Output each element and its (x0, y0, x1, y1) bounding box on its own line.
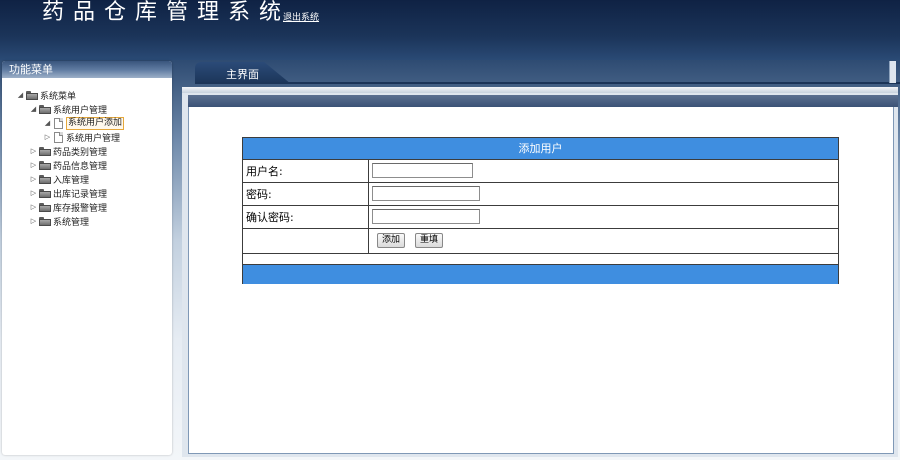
label-cell: 密码: (243, 183, 369, 205)
tree-label: 系统用户管理 (53, 106, 108, 116)
confirm-password-input[interactable] (372, 209, 480, 224)
expand-arrow-icon[interactable]: ▷ (29, 187, 38, 200)
form-title: 添加用户 (518, 142, 563, 155)
form-header: 添加用户 (243, 138, 838, 160)
add-user-form: 添加用户 用户名: 密码: 确认密码: 添加 重填 (242, 137, 839, 284)
folder-icon (26, 91, 38, 100)
password-label: 密码: (246, 188, 272, 201)
form-row-username: 用户名: (243, 160, 838, 183)
folder-icon (39, 217, 51, 226)
tree-node-stock-out[interactable]: ▷ 出库记录管理 (29, 187, 107, 200)
folder-icon (39, 175, 51, 184)
tree-node-root[interactable]: ◢ 系统菜单 (16, 89, 76, 102)
collapse-arrow-icon[interactable]: ◢ (29, 103, 38, 116)
app-title: 药品仓库管理系统 (42, 0, 291, 25)
tree-node-user-add[interactable]: ◢ 系统用户添加 (43, 117, 125, 130)
tree-label: 系统管理 (53, 218, 90, 228)
folder-icon (39, 161, 51, 170)
tree-node-system[interactable]: ▷ 系统管理 (29, 215, 89, 228)
tree-label-selected: 系统用户添加 (66, 117, 125, 130)
content-topbar (182, 87, 898, 93)
tree-label: 药品类别管理 (53, 148, 108, 158)
app-header: 药品仓库管理系统 退出系统 (0, 0, 900, 60)
form-row-password: 密码: (243, 183, 838, 206)
password-input[interactable] (372, 186, 480, 201)
logout-link[interactable]: 退出系统 (283, 10, 319, 23)
expand-arrow-icon[interactable]: ▷ (29, 201, 38, 214)
label-cell: 确认密码: (243, 206, 369, 228)
tree-node-user-list[interactable]: ▷ 系统用户管理 (43, 131, 120, 144)
folder-icon (39, 189, 51, 198)
tree-label: 系统菜单 (40, 92, 77, 102)
folder-icon (39, 203, 51, 212)
reset-button[interactable]: 重填 (415, 233, 444, 248)
form-row-confirm-password: 确认密码: (243, 206, 838, 229)
document-icon (54, 132, 63, 143)
tab-underline (195, 82, 900, 84)
form-footer (243, 264, 838, 284)
tree-label: 系统用户管理 (66, 134, 121, 144)
folder-icon (39, 147, 51, 156)
username-label: 用户名: (246, 165, 283, 178)
document-icon (54, 118, 63, 129)
label-cell (243, 229, 369, 253)
sidebar: 功能菜单 ◢ 系统菜单 ◢ 系统用户管理 ◢ 系统用户添加 ▷ 系统用户管理 ▷ (2, 61, 172, 455)
username-input[interactable] (372, 163, 473, 178)
tree-label: 库存报警管理 (53, 204, 108, 214)
tree-node-drug-category[interactable]: ▷ 药品类别管理 (29, 145, 107, 158)
tree-node-drug-info[interactable]: ▷ 药品信息管理 (29, 159, 107, 172)
confirm-password-label: 确认密码: (246, 211, 294, 224)
tab-main-label: 主界面 (226, 68, 259, 81)
tab-bar: 主界面 (180, 62, 900, 84)
tree-node-user-management[interactable]: ◢ 系统用户管理 (29, 103, 107, 116)
sidebar-header: 功能菜单 (2, 61, 172, 78)
expand-arrow-icon[interactable]: ▷ (29, 159, 38, 172)
bullet-arrow-icon: ◢ (44, 119, 51, 127)
frame-edge (889, 61, 896, 83)
label-cell: 用户名: (243, 160, 369, 182)
folder-icon (39, 105, 51, 114)
collapse-arrow-icon[interactable]: ◢ (16, 89, 25, 102)
tree-label: 入库管理 (53, 176, 90, 186)
expand-arrow-icon[interactable]: ▷ (29, 145, 38, 158)
content-title-strip (188, 95, 898, 107)
expand-arrow-icon[interactable]: ▷ (29, 215, 38, 228)
add-button[interactable]: 添加 (377, 233, 406, 248)
tree-node-stock-alarm[interactable]: ▷ 库存报警管理 (29, 201, 107, 214)
tree-label: 药品信息管理 (53, 162, 108, 172)
tab-main[interactable]: 主界面 (195, 62, 291, 84)
tree-label: 出库记录管理 (53, 190, 108, 200)
sidebar-title: 功能菜单 (9, 63, 53, 76)
expand-arrow-icon[interactable]: ▷ (29, 173, 38, 186)
tree-node-stock-in[interactable]: ▷ 入库管理 (29, 173, 89, 186)
expand-arrow-icon: ▷ (44, 133, 51, 141)
form-row-actions: 添加 重填 (243, 229, 838, 254)
